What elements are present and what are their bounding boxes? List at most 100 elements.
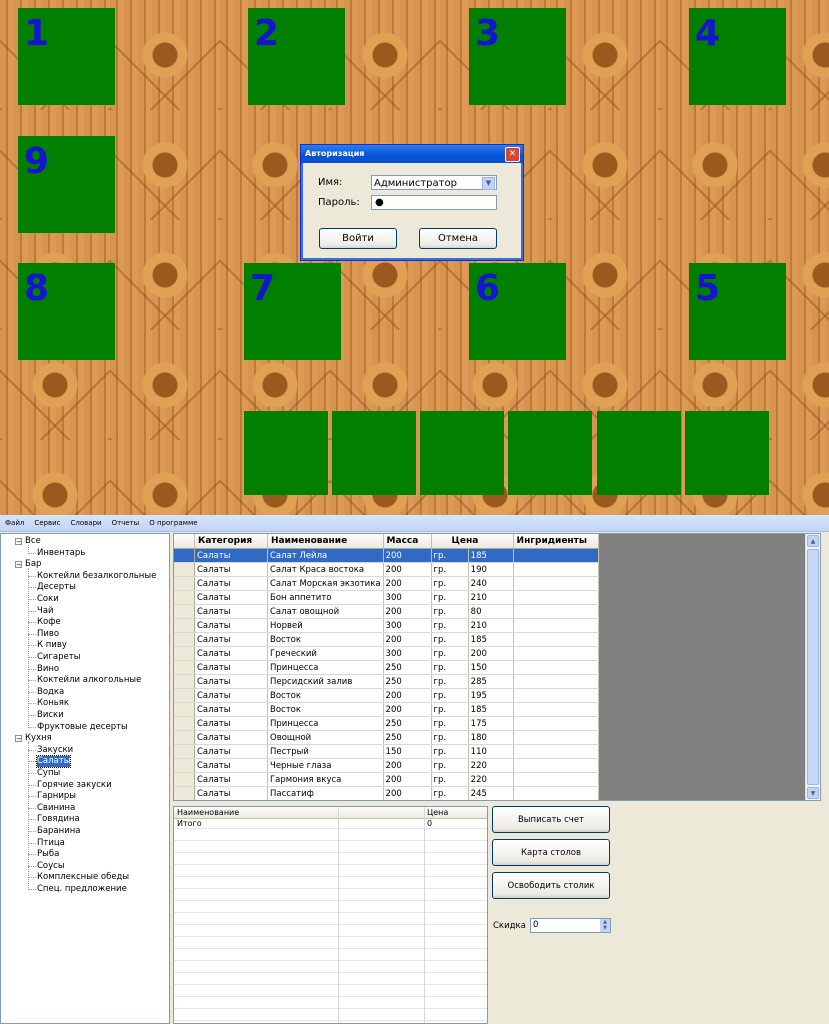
tree-item[interactable]: Салаты — [35, 755, 72, 769]
row-header[interactable] — [174, 618, 195, 633]
table-row[interactable]: Салаты Салат Лейла 200 гр. 185 — [174, 548, 599, 563]
column-header-name[interactable]: Наименование — [267, 534, 384, 549]
tree-item[interactable]: Баранина — [37, 826, 81, 837]
scroll-down-icon[interactable]: ▼ — [807, 787, 819, 799]
menu-dictionaries[interactable]: Словари — [66, 515, 107, 531]
scroll-up-icon[interactable]: ▲ — [807, 535, 819, 547]
row-header[interactable] — [174, 646, 195, 661]
tree-item[interactable]: Соусы — [37, 861, 65, 872]
tree-item[interactable]: Гарниры — [37, 791, 76, 802]
table-9[interactable]: 9 — [18, 136, 115, 233]
row-header[interactable] — [174, 562, 195, 577]
table-bottom-6[interactable] — [685, 411, 769, 495]
table-row[interactable]: Салаты Салат овощной 200 гр. 80 — [174, 604, 599, 619]
row-header[interactable] — [174, 548, 195, 563]
discount-stepper[interactable]: 0 ▲ ▼ — [530, 918, 611, 933]
menu-items-grid[interactable]: Категория Наименование Масса Цена Ингрид… — [173, 533, 821, 801]
issue-bill-button[interactable]: Выписать счет — [492, 806, 610, 833]
password-field[interactable]: ● — [371, 195, 497, 210]
table-bottom-3[interactable] — [420, 411, 504, 495]
column-header-mass[interactable]: Масса — [383, 534, 432, 549]
tree-item[interactable]: Инвентарь — [37, 548, 85, 559]
table-row[interactable]: Салаты Восток 200 гр. 185 — [174, 702, 599, 717]
row-header[interactable] — [174, 786, 195, 800]
free-table-button[interactable]: Освободить столик — [492, 872, 610, 899]
row-header[interactable] — [174, 674, 195, 689]
tree-item[interactable]: Виски — [37, 710, 64, 721]
table-bottom-4[interactable] — [508, 411, 592, 495]
table-row[interactable]: Салаты Овощной 250 гр. 180 — [174, 730, 599, 745]
table-1[interactable]: 1 — [18, 8, 115, 105]
table-row[interactable]: Салаты Бон аппетито 300 гр. 210 — [174, 590, 599, 605]
table-5[interactable]: 5 — [689, 263, 786, 360]
row-header[interactable] — [174, 716, 195, 731]
column-header-category[interactable]: Категория — [194, 534, 268, 549]
table-row[interactable]: Салаты Пестрый 150 гр. 110 — [174, 744, 599, 759]
tree-item[interactable]: Супы — [37, 768, 60, 779]
row-header[interactable] — [174, 576, 195, 591]
row-header[interactable] — [174, 604, 195, 619]
category-tree[interactable]: − Все Инвентарь − Бар Коктейли безалкогольные… — [0, 533, 170, 1024]
column-header-ingredients[interactable]: Ингридиенты — [513, 534, 599, 549]
row-header[interactable] — [174, 758, 195, 773]
table-row[interactable]: Салаты Принцесса 250 гр. 175 — [174, 716, 599, 731]
tree-item[interactable]: Птица — [37, 838, 65, 849]
login-button[interactable]: Войти — [319, 228, 397, 249]
table-6[interactable]: 6 — [469, 263, 566, 360]
table-row[interactable]: Салаты Принцесса 250 гр. 150 — [174, 660, 599, 675]
row-header[interactable] — [174, 744, 195, 759]
table-row[interactable]: Салаты Восток 200 гр. 195 — [174, 688, 599, 703]
table-row[interactable]: Салаты Восток 200 гр. 185 — [174, 632, 599, 647]
tree-item[interactable]: Спец. предложение — [37, 884, 127, 895]
close-icon[interactable]: ✕ — [505, 147, 520, 162]
expander-icon[interactable]: − — [15, 561, 22, 569]
tree-item[interactable]: Коктейли алкогольные — [37, 675, 141, 686]
table-bottom-2[interactable] — [332, 411, 416, 495]
tree-item[interactable]: Чай — [37, 606, 54, 617]
table-bottom-5[interactable] — [597, 411, 681, 495]
table-row[interactable]: Салаты Салат Краса востока 200 гр. 190 — [174, 562, 599, 577]
cancel-button[interactable]: Отмена — [419, 228, 497, 249]
table-7[interactable]: 7 — [244, 263, 341, 360]
tree-item[interactable]: Закуски — [37, 745, 73, 756]
table-8[interactable]: 8 — [18, 263, 115, 360]
menu-service[interactable]: Сервис — [29, 515, 65, 531]
tree-item[interactable]: К пиву — [37, 640, 67, 651]
row-header[interactable] — [174, 632, 195, 647]
tree-item[interactable]: Горячие закуски — [37, 780, 112, 791]
tree-item[interactable]: Фруктовые десерты — [37, 722, 128, 733]
table-map-button[interactable]: Карта столов — [492, 839, 610, 866]
table-row[interactable]: Салаты Салат Морская экзотика 200 гр. 240 — [174, 576, 599, 591]
row-header[interactable] — [174, 730, 195, 745]
bill-list[interactable]: Наименование Цена Итого 0 — [173, 806, 488, 1024]
vertical-scrollbar[interactable]: ▲ ▼ — [805, 534, 820, 800]
table-row[interactable]: Салаты Персидский залив 250 гр. 285 — [174, 674, 599, 689]
table-3[interactable]: 3 — [469, 8, 566, 105]
menu-about[interactable]: О программе — [144, 515, 202, 531]
tree-item[interactable]: Говядина — [37, 814, 80, 825]
tree-item[interactable]: Вино — [37, 664, 59, 675]
tree-group[interactable]: Кухня — [25, 733, 52, 744]
tree-item[interactable]: Свинина — [37, 803, 75, 814]
row-header[interactable] — [174, 772, 195, 787]
expander-icon[interactable]: − — [15, 735, 22, 743]
tree-item[interactable]: Кофе — [37, 617, 61, 628]
tree-item[interactable]: Коньяк — [37, 698, 69, 709]
table-row[interactable]: Салаты Пассатиф 200 гр. 245 — [174, 786, 599, 800]
table-row[interactable]: Салаты Норвей 300 гр. 210 — [174, 618, 599, 633]
table-bottom-1[interactable] — [244, 411, 328, 495]
column-header-price[interactable]: Цена — [431, 534, 514, 549]
tree-item[interactable]: Соки — [37, 594, 59, 605]
tree-item[interactable]: Сигареты — [37, 652, 80, 663]
row-header[interactable] — [174, 660, 195, 675]
row-header[interactable] — [174, 590, 195, 605]
expander-icon[interactable]: − — [15, 538, 22, 546]
table-row[interactable]: Салаты Черные глаза 200 гр. 220 — [174, 758, 599, 773]
row-header[interactable] — [174, 688, 195, 703]
tree-item[interactable]: Комплексные обеды — [37, 872, 129, 883]
table-2[interactable]: 2 — [248, 8, 345, 105]
menu-reports[interactable]: Отчеты — [107, 515, 145, 531]
scroll-thumb[interactable] — [807, 549, 819, 785]
tree-item[interactable]: Рыба — [37, 849, 59, 860]
spin-arrows-icon[interactable]: ▲ ▼ — [600, 919, 610, 932]
